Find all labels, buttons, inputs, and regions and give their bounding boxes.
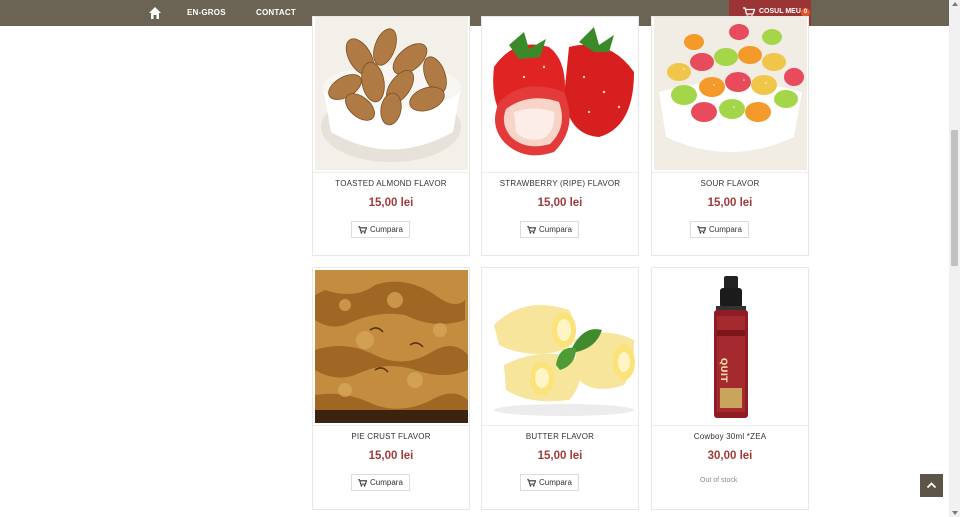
divider [652, 172, 808, 173]
buy-button-label: Cumpara [539, 225, 572, 234]
buy-button-label: Cumpara [539, 478, 572, 487]
divider [482, 425, 638, 426]
product-name[interactable]: PIE CRUST FLAVOR [313, 432, 469, 441]
product-card: QUIT Cowboy 30ml *ZEA 30,00 lei Out of s… [651, 267, 809, 510]
product-card: PIE CRUST FLAVOR 15,00 lei Cumpara [312, 267, 470, 510]
scrollbar-thumb[interactable] [951, 130, 958, 266]
product-price: 15,00 lei [368, 450, 414, 462]
buy-button[interactable]: Cumpara [520, 221, 579, 238]
buy-button-label: Cumpara [370, 478, 403, 487]
cart-icon [697, 226, 706, 234]
divider [313, 425, 469, 426]
product-price: 15,00 lei [537, 450, 583, 462]
almonds-image[interactable] [315, 17, 468, 170]
back-to-top-button[interactable] [920, 474, 943, 497]
product-name[interactable]: STRAWBERRY (RIPE) FLAVOR [482, 179, 638, 188]
product-name[interactable]: TOASTED ALMOND FLAVOR [313, 179, 469, 188]
nav-link-en-gros[interactable]: EN-GROS [187, 8, 226, 17]
eliquid-bottle-image[interactable]: QUIT [654, 270, 807, 423]
product-name[interactable]: SOUR FLAVOR [652, 179, 808, 188]
buy-button-label: Cumpara [370, 225, 403, 234]
scrollbar[interactable] [949, 0, 960, 517]
product-price: 15,00 lei [537, 197, 583, 209]
out-of-stock-label: Out of stock [700, 477, 738, 484]
nav-link-contact[interactable]: CONTACT [256, 8, 296, 17]
chevron-up-icon [926, 482, 937, 489]
pie-crust-image[interactable] [315, 270, 468, 423]
strawberry-image[interactable] [484, 17, 637, 170]
buy-button[interactable]: Cumpara [690, 221, 749, 238]
cart-icon [358, 226, 367, 234]
product-card: BUTTER FLAVOR 15,00 lei Cumpara [481, 267, 639, 510]
product-price: 30,00 lei [707, 450, 753, 462]
buy-button[interactable]: Cumpara [520, 474, 579, 491]
bottle-label: QUIT [718, 358, 728, 383]
divider [652, 425, 808, 426]
buy-button-label: Cumpara [709, 225, 742, 234]
buy-button[interactable]: Cumpara [351, 474, 410, 491]
butter-image[interactable] [484, 270, 637, 423]
product-card: STRAWBERRY (RIPE) FLAVOR 15,00 lei Cumpa… [481, 16, 639, 256]
divider [313, 172, 469, 173]
product-price: 15,00 lei [707, 197, 753, 209]
home-icon[interactable] [148, 6, 162, 20]
sour-candy-image[interactable] [654, 17, 807, 170]
product-price: 15,00 lei [368, 197, 414, 209]
buy-button[interactable]: Cumpara [351, 221, 410, 238]
product-name[interactable]: Cowboy 30ml *ZEA [652, 432, 808, 441]
product-card: SOUR FLAVOR 15,00 lei Cumpara [651, 16, 809, 256]
scroll-up-arrow-icon[interactable] [952, 2, 958, 6]
cart-icon [527, 479, 536, 487]
cart-icon [527, 226, 536, 234]
cart-icon [358, 479, 367, 487]
product-name[interactable]: BUTTER FLAVOR [482, 432, 638, 441]
cart-label: COSUL MEU [759, 8, 801, 15]
product-card: TOASTED ALMOND FLAVOR 15,00 lei Cumpara [312, 16, 470, 256]
divider [482, 172, 638, 173]
scroll-down-arrow-icon[interactable] [952, 511, 958, 515]
